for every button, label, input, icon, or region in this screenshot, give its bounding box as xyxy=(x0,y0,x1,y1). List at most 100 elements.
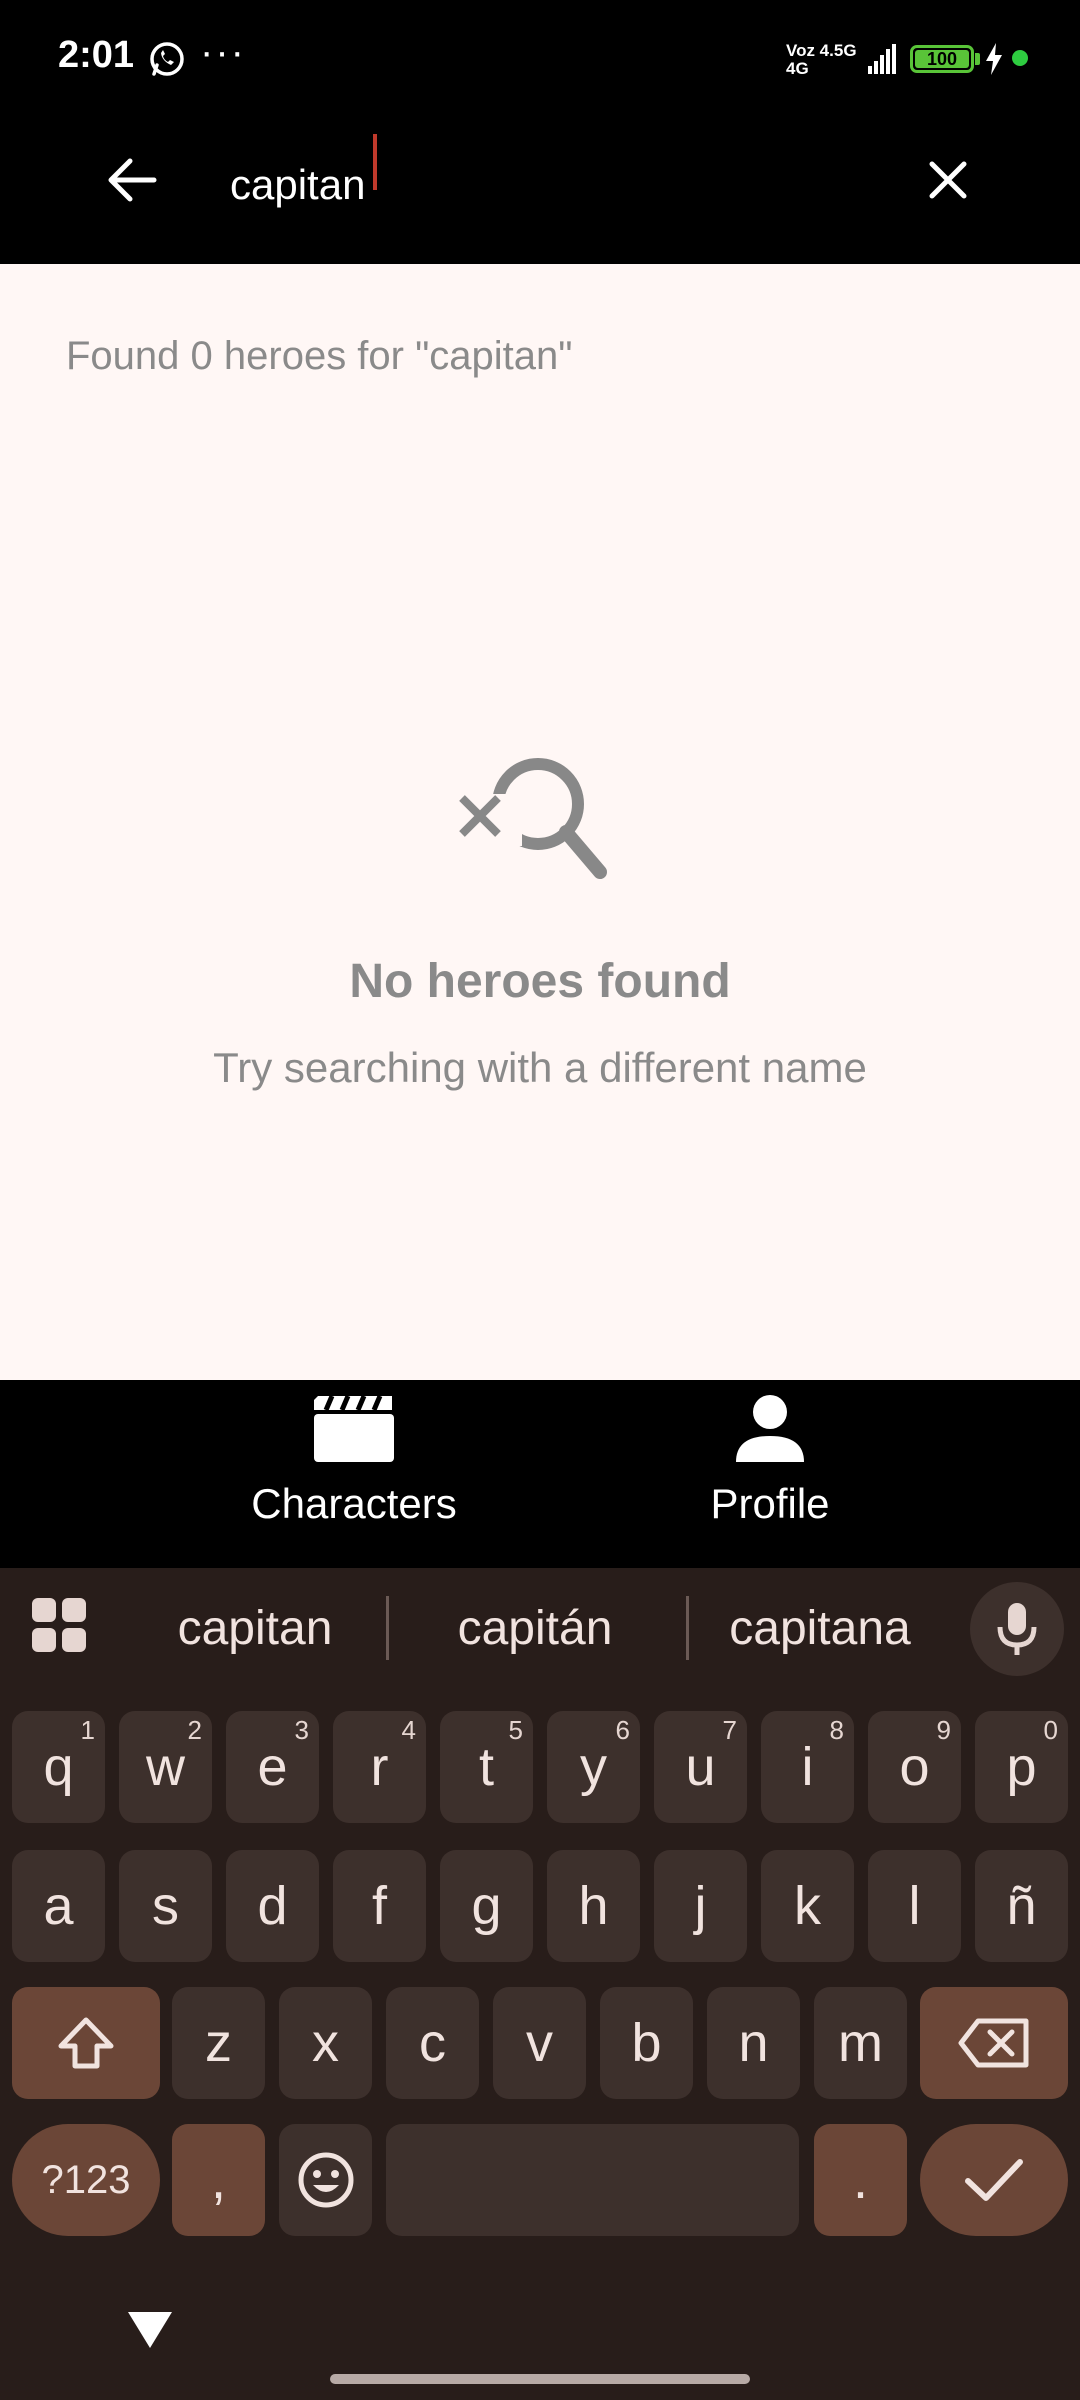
key-hint: 8 xyxy=(829,1715,844,1745)
key-label: t xyxy=(478,1737,494,1797)
done-key[interactable] xyxy=(920,2124,1068,2236)
key-u[interactable]: u7 xyxy=(654,1711,747,1823)
search-app-bar xyxy=(0,120,1080,264)
suggestion-divider xyxy=(686,1596,689,1660)
key-i[interactable]: i8 xyxy=(761,1711,854,1823)
key-hint: 3 xyxy=(294,1715,309,1745)
privacy-indicator-dot xyxy=(1012,50,1028,66)
search-input[interactable] xyxy=(230,150,890,220)
bottom-navigation: Characters Profile xyxy=(0,1380,1080,1568)
key-t[interactable]: t5 xyxy=(440,1711,533,1823)
suggestion-3[interactable]: capitana xyxy=(710,1594,930,1664)
key-hint: 5 xyxy=(508,1715,523,1745)
key-b[interactable]: b xyxy=(600,1987,693,2099)
key-g[interactable]: g xyxy=(440,1850,533,1962)
keyboard-apps-icon[interactable] xyxy=(30,1596,88,1654)
gesture-home-bar[interactable] xyxy=(330,2374,750,2384)
key-h[interactable]: h xyxy=(547,1850,640,1962)
key-p[interactable]: p0 xyxy=(975,1711,1068,1823)
suggestion-strip: capitan capitán capitana xyxy=(0,1568,1080,1688)
voice-input-button[interactable] xyxy=(970,1582,1064,1676)
emoji-key[interactable] xyxy=(279,2124,372,2236)
back-button[interactable] xyxy=(92,140,172,220)
on-screen-keyboard: capitan capitán capitana q1 w2 e3 r4 t5 … xyxy=(0,1568,1080,2400)
key-hint: 9 xyxy=(936,1715,951,1745)
emoji-icon xyxy=(298,2152,353,2208)
key-hint: 7 xyxy=(722,1715,737,1745)
suggestion-2[interactable]: capitán xyxy=(420,1594,650,1664)
microphone-icon xyxy=(997,1603,1037,1655)
key-hint: 1 xyxy=(80,1715,95,1745)
key-label: i xyxy=(801,1737,814,1797)
status-bar: 2:01 ··· Voz 4.5G 4G 100 xyxy=(0,0,1080,120)
key-label: u xyxy=(685,1737,716,1797)
key-v[interactable]: v xyxy=(493,1987,586,2099)
key-label: y xyxy=(580,1737,607,1797)
key-o[interactable]: o9 xyxy=(868,1711,961,1823)
key-label: p xyxy=(1006,1737,1037,1797)
check-icon xyxy=(965,2159,1023,2201)
hide-keyboard-icon[interactable] xyxy=(126,2308,174,2352)
nav-item-characters[interactable]: Characters xyxy=(204,1380,504,1568)
shift-key[interactable] xyxy=(12,1987,160,2099)
signal-icon xyxy=(868,44,896,74)
key-label: o xyxy=(899,1737,930,1797)
shift-icon xyxy=(58,2017,114,2069)
key-label: r xyxy=(370,1737,389,1797)
search-results-area: Found 0 heroes for "capitan" No heroes f… xyxy=(0,264,1080,1380)
key-label: e xyxy=(257,1737,288,1797)
search-off-icon xyxy=(459,758,607,879)
key-k[interactable]: k xyxy=(761,1850,854,1962)
network-type-label: 4G xyxy=(786,59,809,78)
key-d[interactable]: d xyxy=(226,1850,319,1962)
key-c[interactable]: c xyxy=(386,1987,479,2099)
key-label: w xyxy=(146,1737,185,1797)
person-icon xyxy=(736,1395,804,1462)
nav-label-profile: Profile xyxy=(710,1480,830,1527)
key-n-tilde[interactable]: ñ xyxy=(975,1850,1068,1962)
key-w[interactable]: w2 xyxy=(119,1711,212,1823)
key-z[interactable]: z xyxy=(172,1987,265,2099)
battery-icon: 100 xyxy=(910,45,974,73)
arrow-left-icon xyxy=(108,158,157,202)
key-hint: 2 xyxy=(187,1715,202,1745)
battery-level: 100 xyxy=(915,50,969,68)
clapperboard-icon xyxy=(314,1395,394,1462)
symbols-key[interactable]: ?123 xyxy=(12,2124,160,2236)
close-icon xyxy=(929,161,967,199)
nav-item-profile[interactable]: Profile xyxy=(620,1380,920,1568)
key-s[interactable]: s xyxy=(119,1850,212,1962)
suggestion-1[interactable]: capitan xyxy=(150,1594,360,1664)
backspace-icon xyxy=(958,2018,1029,2068)
comma-key[interactable]: , xyxy=(172,2124,265,2236)
key-hint: 6 xyxy=(615,1715,630,1745)
space-key[interactable] xyxy=(386,2124,799,2236)
status-time: 2:01 xyxy=(58,34,135,76)
key-f[interactable]: f xyxy=(333,1850,426,1962)
period-key[interactable]: . xyxy=(814,2124,907,2236)
battery-tip xyxy=(975,53,980,65)
charging-icon xyxy=(986,43,1002,75)
suggestion-divider xyxy=(386,1596,389,1660)
more-notifications-icon: ··· xyxy=(200,30,246,74)
key-m[interactable]: m xyxy=(814,1987,907,2099)
key-q[interactable]: q1 xyxy=(12,1711,105,1823)
key-j[interactable]: j xyxy=(654,1850,747,1962)
key-y[interactable]: y6 xyxy=(547,1711,640,1823)
clear-search-button[interactable] xyxy=(908,140,988,220)
key-x[interactable]: x xyxy=(279,1987,372,2099)
key-l[interactable]: l xyxy=(868,1850,961,1962)
key-label: q xyxy=(43,1737,74,1797)
key-n[interactable]: n xyxy=(707,1987,800,2099)
key-e[interactable]: e3 xyxy=(226,1711,319,1823)
result-count-text: Found 0 heroes for "capitan" xyxy=(66,334,573,378)
empty-state-title: No heroes found xyxy=(349,955,731,1008)
backspace-key[interactable] xyxy=(920,1987,1068,2099)
key-hint: 4 xyxy=(401,1715,416,1745)
key-r[interactable]: r4 xyxy=(333,1711,426,1823)
key-hint: 0 xyxy=(1043,1715,1058,1745)
key-a[interactable]: a xyxy=(12,1850,105,1962)
text-cursor xyxy=(373,134,377,190)
network-label: Voz 4.5G xyxy=(786,41,857,60)
empty-state-subtitle: Try searching with a different name xyxy=(213,1044,867,1091)
